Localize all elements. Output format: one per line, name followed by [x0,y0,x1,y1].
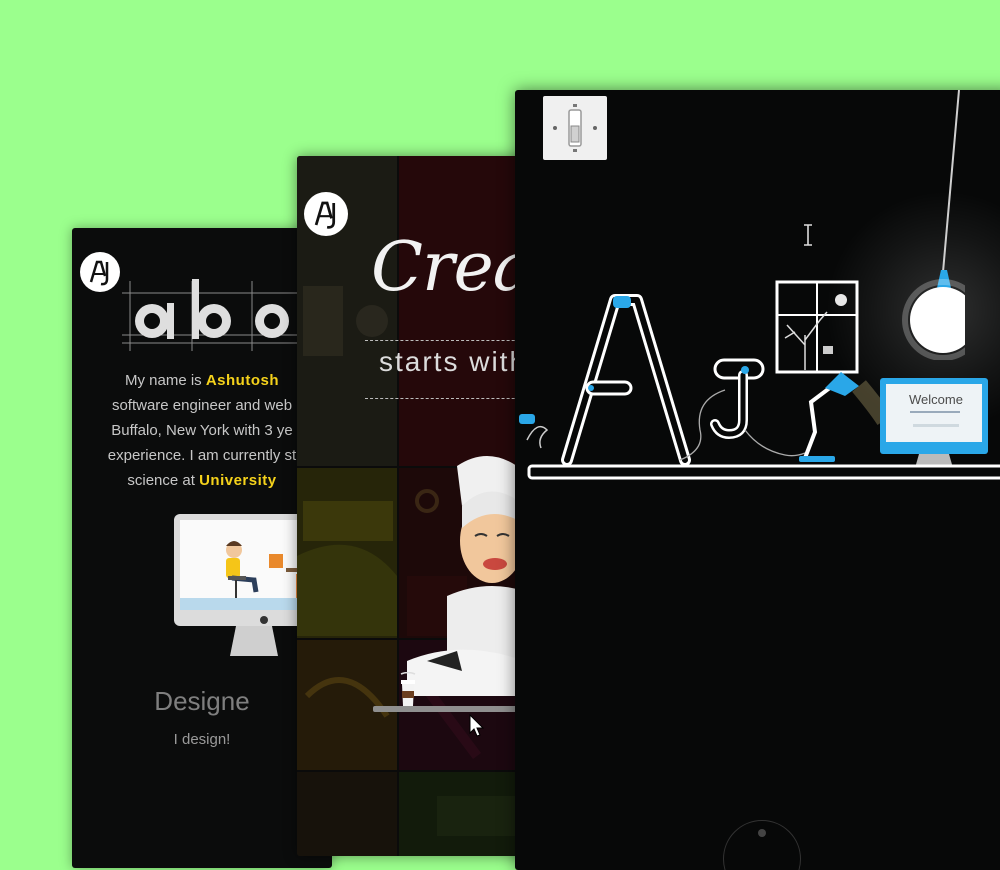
bio-line-3: Buffalo, New York with 3 ye [111,422,293,439]
title-divider-bottom [365,398,537,399]
welcome-underline [910,411,960,413]
light-switch-icon[interactable] [543,96,607,160]
text-cursor-icon [804,224,812,246]
about-bio: My name is Ashutosh software engineer an… [72,368,332,498]
about-page-preview[interactable]: My name is Ashutosh software engineer an… [72,228,332,868]
meditating-character-illustration [407,456,537,696]
creativity-subtitle: starts with [379,346,528,377]
creativity-page-preview[interactable]: Creat starts with [297,156,537,856]
page: { "about": { "title": "abou", "lines": [… [0,0,1000,870]
title-divider-top [365,340,537,341]
welcome-screen-text: Welcome [909,392,963,407]
designer-heading: Designe [154,686,250,716]
scroll-dot-icon [758,829,766,837]
aj-desk-scene-illustration [519,280,1000,480]
bio-line-1: My name is Ashutosh [124,372,280,389]
creativity-title: Creat [371,228,537,307]
name-highlight: Ashutosh [205,372,280,389]
scroll-down-indicator[interactable] [723,820,801,870]
designer-subtext: I design! [173,731,231,748]
bio-line-5: science at University [127,472,277,489]
coffee-cup-icon [400,672,416,706]
aj-logo-icon[interactable] [304,192,348,236]
bio-line-4: experience. I am currently st [107,447,297,464]
home-page-preview[interactable]: Welcome [515,90,1000,870]
pointer-cursor-icon [469,714,485,737]
bio-line-2: software engineer and web [111,397,293,414]
aj-logo-icon[interactable] [80,252,120,292]
welcome-caption [913,424,959,427]
university-highlight: University [199,472,277,489]
